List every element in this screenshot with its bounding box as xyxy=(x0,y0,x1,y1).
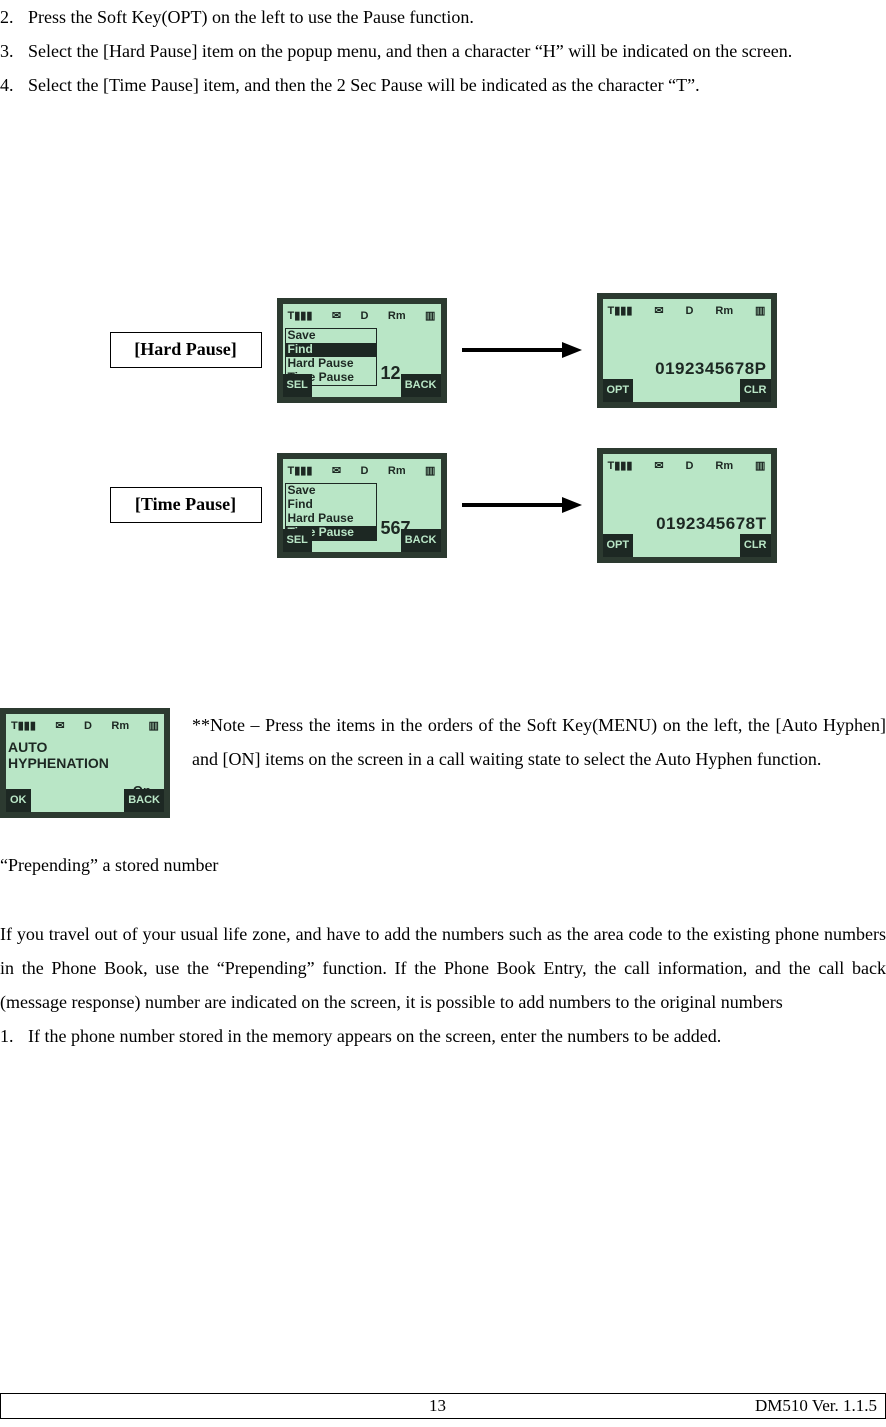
status-bar: T▮▮▮ ✉ D Rm ▥ xyxy=(6,714,164,739)
mail-icon: ✉ xyxy=(654,456,663,477)
battery-icon: ▥ xyxy=(425,461,435,482)
subheading-prepending: “Prepending” a stored number xyxy=(0,848,886,882)
list-number: 3. xyxy=(0,34,28,68)
signal-icon: T▮▮▮ xyxy=(608,456,633,477)
softkey-left: SEL xyxy=(283,529,312,552)
document-version: DM510 Ver. 1.1.5 xyxy=(755,1396,877,1416)
list-number: 2. xyxy=(0,0,28,34)
softkey-right: CLR xyxy=(740,534,771,557)
status-bar: T▮▮▮ ✉ D Rm ▥ xyxy=(603,454,771,479)
status-bar: T▮▮▮ ✉ D Rm ▥ xyxy=(283,459,441,484)
status-bar: T▮▮▮ ✉ D Rm ▥ xyxy=(283,304,441,329)
rm-icon: Rm xyxy=(388,306,406,327)
auto-hyphen-line1: AUTO xyxy=(8,740,164,755)
figure-area: [Hard Pause] T▮▮▮ ✉ D Rm ▥ Save Find Har… xyxy=(0,293,886,563)
phone-screen-menu-time: T▮▮▮ ✉ D Rm ▥ Save Find Hard Pause Time … xyxy=(277,453,447,558)
label-time-pause: [Time Pause] xyxy=(110,487,262,523)
phone-screen-auto-hyphen: T▮▮▮ ✉ D Rm ▥ AUTO HYPHENATION On OK BAC… xyxy=(0,708,170,818)
softkey-right: BACK xyxy=(401,374,441,397)
softkey-left: OK xyxy=(6,789,31,812)
list-text: Select the [Hard Pause] item on the popu… xyxy=(28,34,886,68)
battery-icon: ▥ xyxy=(755,301,765,322)
phone-screen-menu-hard: T▮▮▮ ✉ D Rm ▥ Save Find Hard Pause Time … xyxy=(277,298,447,403)
mail-icon: ✉ xyxy=(55,716,64,737)
menu-item: Hard Pause xyxy=(286,512,376,526)
softkey-right: BACK xyxy=(124,789,164,812)
figure-row-time-pause: [Time Pause] T▮▮▮ ✉ D Rm ▥ Save Find Har… xyxy=(110,448,777,563)
mail-icon: ✉ xyxy=(654,301,663,322)
menu-item: Hard Pause xyxy=(286,357,376,371)
d-icon: D xyxy=(685,456,693,477)
softkey-left: OPT xyxy=(603,379,634,402)
signal-icon: T▮▮▮ xyxy=(288,306,313,327)
list-number: 1. xyxy=(0,1019,28,1053)
d-icon: D xyxy=(685,301,693,322)
signal-icon: T▮▮▮ xyxy=(608,301,633,322)
auto-hyphen-title: AUTO HYPHENATION xyxy=(6,740,164,771)
signal-icon: T▮▮▮ xyxy=(288,461,313,482)
rm-icon: Rm xyxy=(715,301,733,322)
battery-icon: ▥ xyxy=(425,306,435,327)
menu-item-selected: Find xyxy=(286,343,376,357)
phone-screen-result-hard: T▮▮▮ ✉ D Rm ▥ 0192345678P OPT CLR xyxy=(597,293,777,408)
list-text: If the phone number stored in the memory… xyxy=(28,1019,886,1053)
battery-icon: ▥ xyxy=(149,716,159,737)
softkey-right: CLR xyxy=(740,379,771,402)
mail-icon: ✉ xyxy=(332,461,341,482)
page-footer: 13 DM510 Ver. 1.1.5 xyxy=(0,1393,886,1419)
arrow-icon xyxy=(462,495,582,515)
softkey-right: BACK xyxy=(401,529,441,552)
mail-icon: ✉ xyxy=(332,306,341,327)
phone-screen-result-time: T▮▮▮ ✉ D Rm ▥ 0192345678T OPT CLR xyxy=(597,448,777,563)
menu-item: Find xyxy=(286,498,376,512)
figure-row-hard-pause: [Hard Pause] T▮▮▮ ✉ D Rm ▥ Save Find Har… xyxy=(110,293,777,408)
label-hard-pause: [Hard Pause] xyxy=(110,332,262,368)
paragraph-prepending: If you travel out of your usual life zon… xyxy=(0,917,886,1020)
rm-icon: Rm xyxy=(388,461,406,482)
menu-item: Save xyxy=(286,329,376,343)
arrow-icon xyxy=(462,340,582,360)
signal-icon: T▮▮▮ xyxy=(11,716,36,737)
d-icon: D xyxy=(84,716,92,737)
battery-icon: ▥ xyxy=(755,456,765,477)
rm-icon: Rm xyxy=(111,716,129,737)
d-icon: D xyxy=(360,461,368,482)
note-text: **Note – Press the items in the orders o… xyxy=(192,708,886,818)
instruction-list-2: 1. If the phone number stored in the mem… xyxy=(0,1019,886,1053)
status-bar: T▮▮▮ ✉ D Rm ▥ xyxy=(603,299,771,324)
list-text: Press the Soft Key(OPT) on the left to u… xyxy=(28,0,886,34)
note-section: T▮▮▮ ✉ D Rm ▥ AUTO HYPHENATION On OK BAC… xyxy=(0,708,886,818)
auto-hyphen-line2: HYPHENATION xyxy=(8,756,164,771)
list-number: 4. xyxy=(0,68,28,102)
rm-icon: Rm xyxy=(715,456,733,477)
d-icon: D xyxy=(360,306,368,327)
list-text: Select the [Time Pause] item, and then t… xyxy=(28,68,886,102)
softkey-left: OPT xyxy=(603,534,634,557)
instruction-list: 2. Press the Soft Key(OPT) on the left t… xyxy=(0,0,886,103)
softkey-left: SEL xyxy=(283,374,312,397)
page-number: 13 xyxy=(429,1396,446,1416)
menu-item: Save xyxy=(286,484,376,498)
